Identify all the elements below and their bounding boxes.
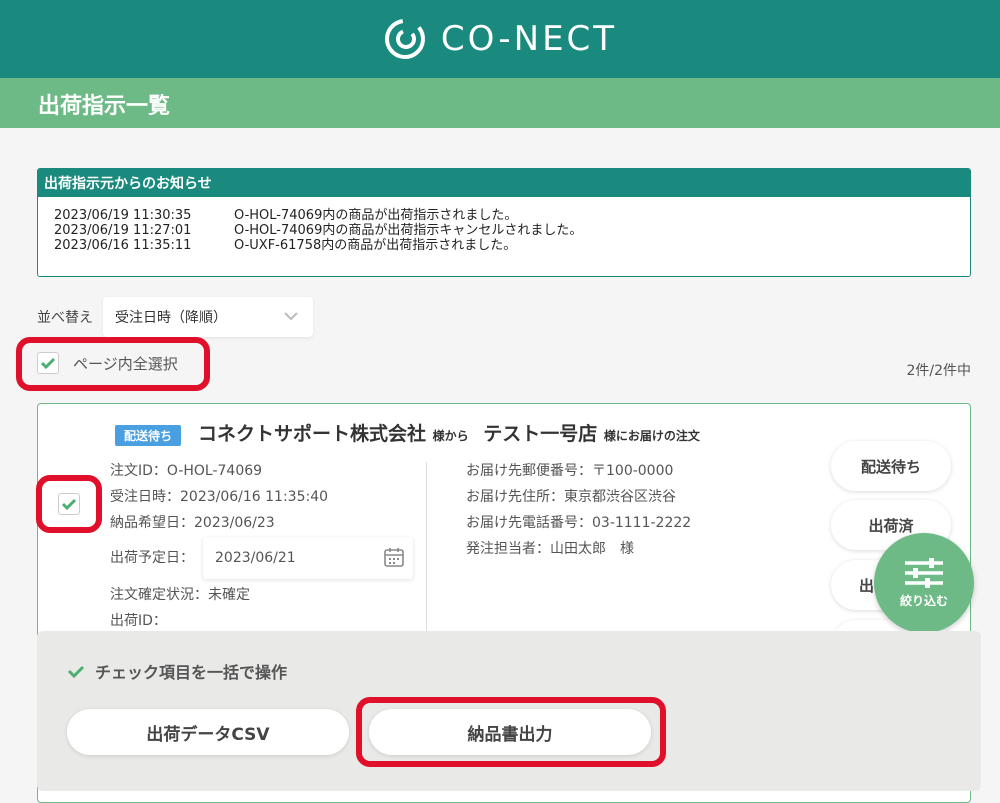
order-details-left: 注文ID：O-HOL-74069 受注日時：2023/06/16 11:35:4… (110, 458, 328, 536)
conect-logo-icon (384, 19, 425, 59)
order-date: 受注日時：2023/06/16 11:35:40 (110, 489, 329, 505)
from-company: コネクトサポート株式会社 (198, 423, 427, 445)
sort-value: 受注日時（降順） (115, 310, 227, 326)
delivery-postal: お届け先郵便番号：〒100-0000 (466, 463, 674, 479)
brand-logo[interactable]: CO-NECT (383, 17, 617, 61)
chevron-down-icon (284, 312, 298, 321)
sort-select[interactable]: 受注日時（降順） (103, 297, 313, 337)
filter-button[interactable]: 絞り込む (874, 533, 974, 633)
notice-time: 2023/06/19 11:27:01 (54, 223, 192, 238)
card-divider (426, 462, 427, 642)
notice-message: O-HOL-74069内の商品が出荷指示キャンセルされました。 (234, 223, 583, 238)
ship-date-label: 出荷予定日： (110, 550, 194, 566)
page-title: 出荷指示一覧 (38, 94, 171, 119)
notice-heading: 出荷指示元からのお知らせ (38, 169, 970, 197)
order-details-left-2: 注文確定状況：未確定 出荷ID： (110, 582, 250, 634)
calendar-icon[interactable] (383, 546, 405, 568)
notice-item: 2023/06/16 11:35:11 O-UXF-61758内の商品が出荷指示… (54, 238, 954, 253)
desired-delivery-date: 納品希望日：2023/06/23 (110, 515, 275, 531)
notice-list: 2023/06/19 11:30:35 O-HOL-74069内の商品が出荷指示… (38, 197, 970, 264)
delivery-address: お届け先住所：東京都渋谷区渋谷 (466, 489, 676, 505)
notice-time: 2023/06/19 11:30:35 (54, 208, 192, 223)
result-count: 2件/2件中 (906, 363, 971, 379)
bulk-title-text: チェック項目を一括で操作 (95, 663, 288, 682)
order-id: 注文ID：O-HOL-74069 (110, 463, 263, 479)
check-icon (67, 665, 85, 678)
title-bar: 出荷指示一覧 (0, 78, 1000, 128)
delivery-phone: お届け先電話番号：03-1111-2222 (466, 515, 692, 531)
brand-name: CO-NECT (440, 19, 618, 59)
status-badge: 配送待ち (115, 425, 182, 446)
notice-message: O-HOL-74069内の商品が出荷指示されました。 (234, 208, 518, 223)
ship-date-input[interactable]: 2023/06/21 (203, 537, 413, 579)
order-title: コネクトサポート株式会社 様から テスト一号店 様にお届けの注文 (198, 419, 700, 446)
highlight-order-checkbox (36, 475, 102, 533)
from-suffix: 様から (432, 429, 469, 443)
notice-item: 2023/06/19 11:27:01 O-HOL-74069内の商品が出荷指示… (54, 223, 954, 238)
ship-date-value: 2023/06/21 (215, 550, 296, 566)
order-contact: 発注担当者：山田太郎 様 (466, 541, 634, 557)
notice-panel: 出荷指示元からのお知らせ 2023/06/19 11:30:35 O-HOL-7… (37, 168, 971, 277)
notice-message: O-UXF-61758内の商品が出荷指示されました。 (234, 238, 517, 253)
sliders-icon (905, 557, 943, 588)
notice-time: 2023/06/16 11:35:11 (54, 238, 192, 253)
sort-label: 並べ替え (37, 310, 93, 326)
app-header: CO-NECT (0, 0, 1000, 78)
shipping-csv-button[interactable]: 出荷データCSV (67, 709, 349, 755)
highlight-select-all (16, 337, 210, 391)
order-details-right: お届け先郵便番号：〒100-0000 お届け先住所：東京都渋谷区渋谷 お届け先電… (466, 458, 691, 562)
status-button-awaiting[interactable]: 配送待ち (831, 441, 951, 491)
highlight-invoice-button (356, 697, 666, 767)
to-store: テスト一号店 (483, 423, 598, 445)
bulk-title: チェック項目を一括で操作 (67, 659, 287, 683)
notice-item: 2023/06/19 11:30:35 O-HOL-74069内の商品が出荷指示… (54, 208, 954, 223)
confirm-status: 注文確定状況：未確定 (110, 587, 250, 603)
filter-label: 絞り込む (899, 593, 948, 608)
to-suffix: 様にお届けの注文 (603, 429, 700, 443)
